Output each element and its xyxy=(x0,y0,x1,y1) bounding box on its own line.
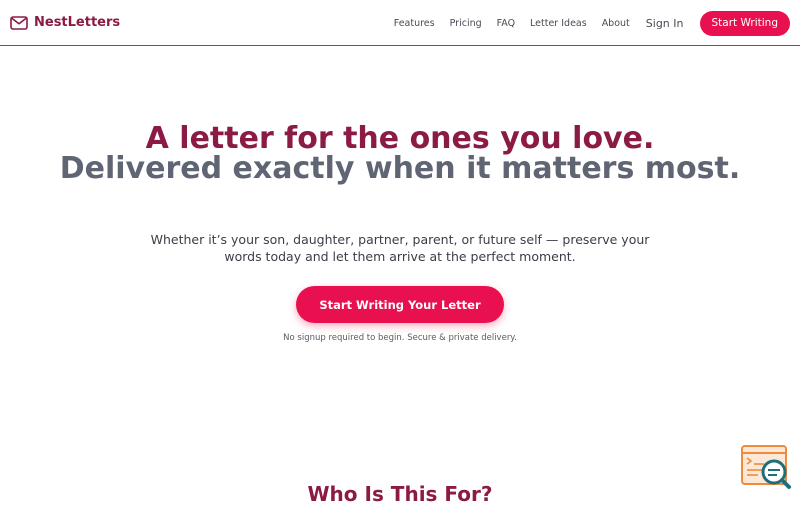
hero-title-line2: Delivered exactly when it matters most. xyxy=(59,151,741,186)
sign-in-link[interactable]: Sign In xyxy=(646,17,684,30)
hero-subtitle: Whether it’s your son, daughter, partner… xyxy=(150,232,650,264)
hero-title-line1: A letter for the ones you love. xyxy=(145,121,655,156)
navbar: NestLetters Features Pricing FAQ Letter … xyxy=(0,0,800,46)
chat-widget-button[interactable] xyxy=(740,444,792,490)
brand-name: NestLetters xyxy=(34,15,121,30)
nav-link-faq[interactable]: FAQ xyxy=(497,18,515,29)
hero-note: No signup required to begin. Secure & pr… xyxy=(283,333,517,343)
nav-link-features[interactable]: Features xyxy=(394,18,435,29)
start-writing-letter-button[interactable]: Start Writing Your Letter xyxy=(296,286,504,323)
section-title-who-is-this-for: Who Is This For? xyxy=(307,482,493,506)
nav-links: Features Pricing FAQ Letter Ideas About … xyxy=(394,0,790,46)
start-writing-button[interactable]: Start Writing xyxy=(699,10,790,36)
envelope-icon xyxy=(10,16,28,30)
nav-link-letter-ideas[interactable]: Letter Ideas xyxy=(530,18,587,29)
hero-title: A letter for the ones you love. Delivere… xyxy=(0,124,800,184)
chat-search-icon xyxy=(741,445,791,489)
nav-link-about[interactable]: About xyxy=(602,18,630,29)
nav-link-pricing[interactable]: Pricing xyxy=(450,18,482,29)
brand-logo[interactable]: NestLetters xyxy=(10,13,120,33)
